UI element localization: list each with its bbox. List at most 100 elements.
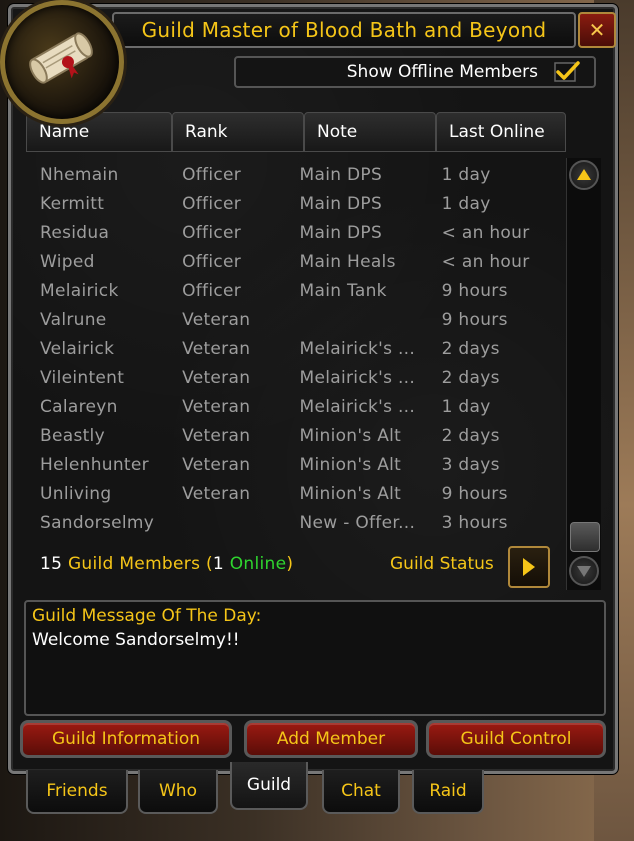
column-header-note[interactable]: Note [304, 112, 436, 152]
member-rank: Officer [182, 251, 242, 272]
member-rank: Veteran [182, 425, 251, 446]
scroll-icon [29, 32, 93, 84]
member-rank: Veteran [182, 454, 251, 475]
motd-text: Welcome Sandorselmy!! [32, 630, 240, 650]
window-title: Guild Master of Blood Bath and Beyond [141, 18, 547, 42]
member-rank: Officer [182, 280, 242, 301]
column-header-rank[interactable]: Rank [172, 112, 304, 152]
tab-raid[interactable]: Raid [412, 770, 484, 814]
member-row[interactable]: Wiped Officer Main Heals < an hour [40, 247, 560, 276]
member-name: Calareyn [40, 396, 118, 417]
member-rank: Veteran [182, 309, 251, 330]
member-note: Melairick's ... [299, 338, 416, 359]
guild-control-button[interactable]: Guild Control [426, 720, 606, 758]
member-note: Minion's Alt [299, 483, 402, 504]
member-last-online: 9 hours [441, 309, 508, 330]
member-note: Main DPS [299, 222, 383, 243]
guild-information-button[interactable]: Guild Information [20, 720, 232, 758]
motd-title: Guild Message Of The Day: [32, 606, 262, 626]
arrow-up-icon [577, 169, 591, 180]
member-row[interactable]: Velairick Veteran Melairick's ... 2 days [40, 334, 560, 363]
member-last-online: 9 hours [441, 280, 508, 301]
close-paren: ) [286, 554, 294, 574]
member-last-online: 9 hours [441, 483, 508, 504]
tab-chat[interactable]: Chat [322, 770, 400, 814]
member-row[interactable]: Valrune Veteran 9 hours [40, 305, 560, 334]
member-row[interactable]: Sandorselmy New - Offer... 3 hours [40, 508, 560, 537]
member-rank: Officer [182, 222, 242, 243]
member-name: Valrune [40, 309, 107, 330]
member-last-online: 3 days [441, 454, 500, 475]
member-note: Minion's Alt [299, 454, 402, 475]
member-name: Sandorselmy [40, 512, 155, 533]
member-name: Wiped [40, 251, 95, 272]
member-name: Nhemain [40, 164, 119, 185]
member-rank: Veteran [182, 396, 251, 417]
scrollbar[interactable] [566, 158, 601, 590]
arrow-right-icon [523, 558, 535, 576]
open-paren: ( [205, 554, 213, 574]
add-member-button[interactable]: Add Member [244, 720, 418, 758]
member-list: Nhemain Officer Main DPS 1 day Kermitt Office… [40, 160, 560, 537]
member-note: Melairick's ... [299, 396, 416, 417]
close-button[interactable]: ✕ [578, 12, 616, 48]
member-rank: Veteran [182, 338, 251, 359]
tab-friends[interactable]: Friends [26, 770, 128, 814]
member-last-online: 2 days [441, 338, 500, 359]
member-note: Main DPS [299, 193, 383, 214]
member-row[interactable]: Kermitt Officer Main DPS 1 day [40, 189, 560, 218]
member-rank: Veteran [182, 367, 251, 388]
member-row[interactable]: Residua Officer Main DPS < an hour [40, 218, 560, 247]
online-label: Online [229, 554, 287, 574]
guild-status-button[interactable] [508, 546, 550, 588]
scroll-thumb[interactable] [570, 522, 600, 552]
member-name: Unliving [40, 483, 112, 504]
member-rank: Veteran [182, 483, 251, 504]
member-row[interactable]: Nhemain Officer Main DPS 1 day [40, 160, 560, 189]
member-name: Vileintent [40, 367, 125, 388]
member-row[interactable]: Melairick Officer Main Tank 9 hours [40, 276, 560, 305]
member-last-online: 1 day [441, 396, 491, 417]
member-note: New - Offer... [299, 512, 416, 533]
member-last-online: 2 days [441, 367, 500, 388]
tab-guild[interactable]: Guild [230, 762, 308, 810]
member-note: Melairick's ... [299, 367, 416, 388]
member-name: Kermitt [40, 193, 105, 214]
member-row[interactable]: Vileintent Veteran Melairick's ... 2 days [40, 363, 560, 392]
member-last-online: 1 day [441, 164, 491, 185]
member-note: Main Heals [299, 251, 396, 272]
member-row[interactable]: Helenhunter Veteran Minion's Alt 3 days [40, 450, 560, 479]
show-offline-toggle[interactable]: Show Offline Members [234, 56, 596, 88]
scroll-down-button[interactable] [569, 556, 599, 586]
guild-portrait [0, 0, 124, 124]
member-row[interactable]: Unliving Veteran Minion's Alt 9 hours [40, 479, 560, 508]
arrow-down-icon [577, 566, 591, 577]
guild-status-label: Guild Status [390, 554, 494, 574]
member-last-online: 3 hours [441, 512, 508, 533]
member-last-online: < an hour [441, 222, 530, 243]
member-total: 15 [40, 554, 63, 574]
scroll-up-button[interactable] [569, 160, 599, 190]
member-rank: Officer [182, 164, 242, 185]
show-offline-label: Show Offline Members [346, 62, 538, 82]
action-buttons: Guild Information Add Member Guild Contr… [20, 720, 606, 760]
member-name: Residua [40, 222, 110, 243]
member-row[interactable]: Calareyn Veteran Melairick's ... 1 day [40, 392, 560, 421]
member-last-online: 2 days [441, 425, 500, 446]
show-offline-checkbox[interactable] [554, 61, 580, 83]
column-header-last-online[interactable]: Last Online [436, 112, 566, 152]
close-icon: ✕ [588, 18, 606, 42]
member-note: Minion's Alt [299, 425, 402, 446]
member-name: Beastly [40, 425, 105, 446]
member-name: Melairick [40, 280, 119, 301]
member-count: 15 Guild Members (1 Online) [40, 554, 293, 574]
column-headers: Name Rank Note Last Online [26, 112, 566, 152]
tab-who[interactable]: Who [138, 770, 218, 814]
member-name: Helenhunter [40, 454, 149, 475]
title-bar[interactable]: Guild Master of Blood Bath and Beyond [112, 12, 576, 48]
checkmark-icon [554, 61, 580, 82]
motd-panel[interactable]: Guild Message Of The Day: Welcome Sandor… [24, 600, 606, 716]
member-row[interactable]: Beastly Veteran Minion's Alt 2 days [40, 421, 560, 450]
member-note: Main Tank [299, 280, 387, 301]
member-name: Velairick [40, 338, 115, 359]
